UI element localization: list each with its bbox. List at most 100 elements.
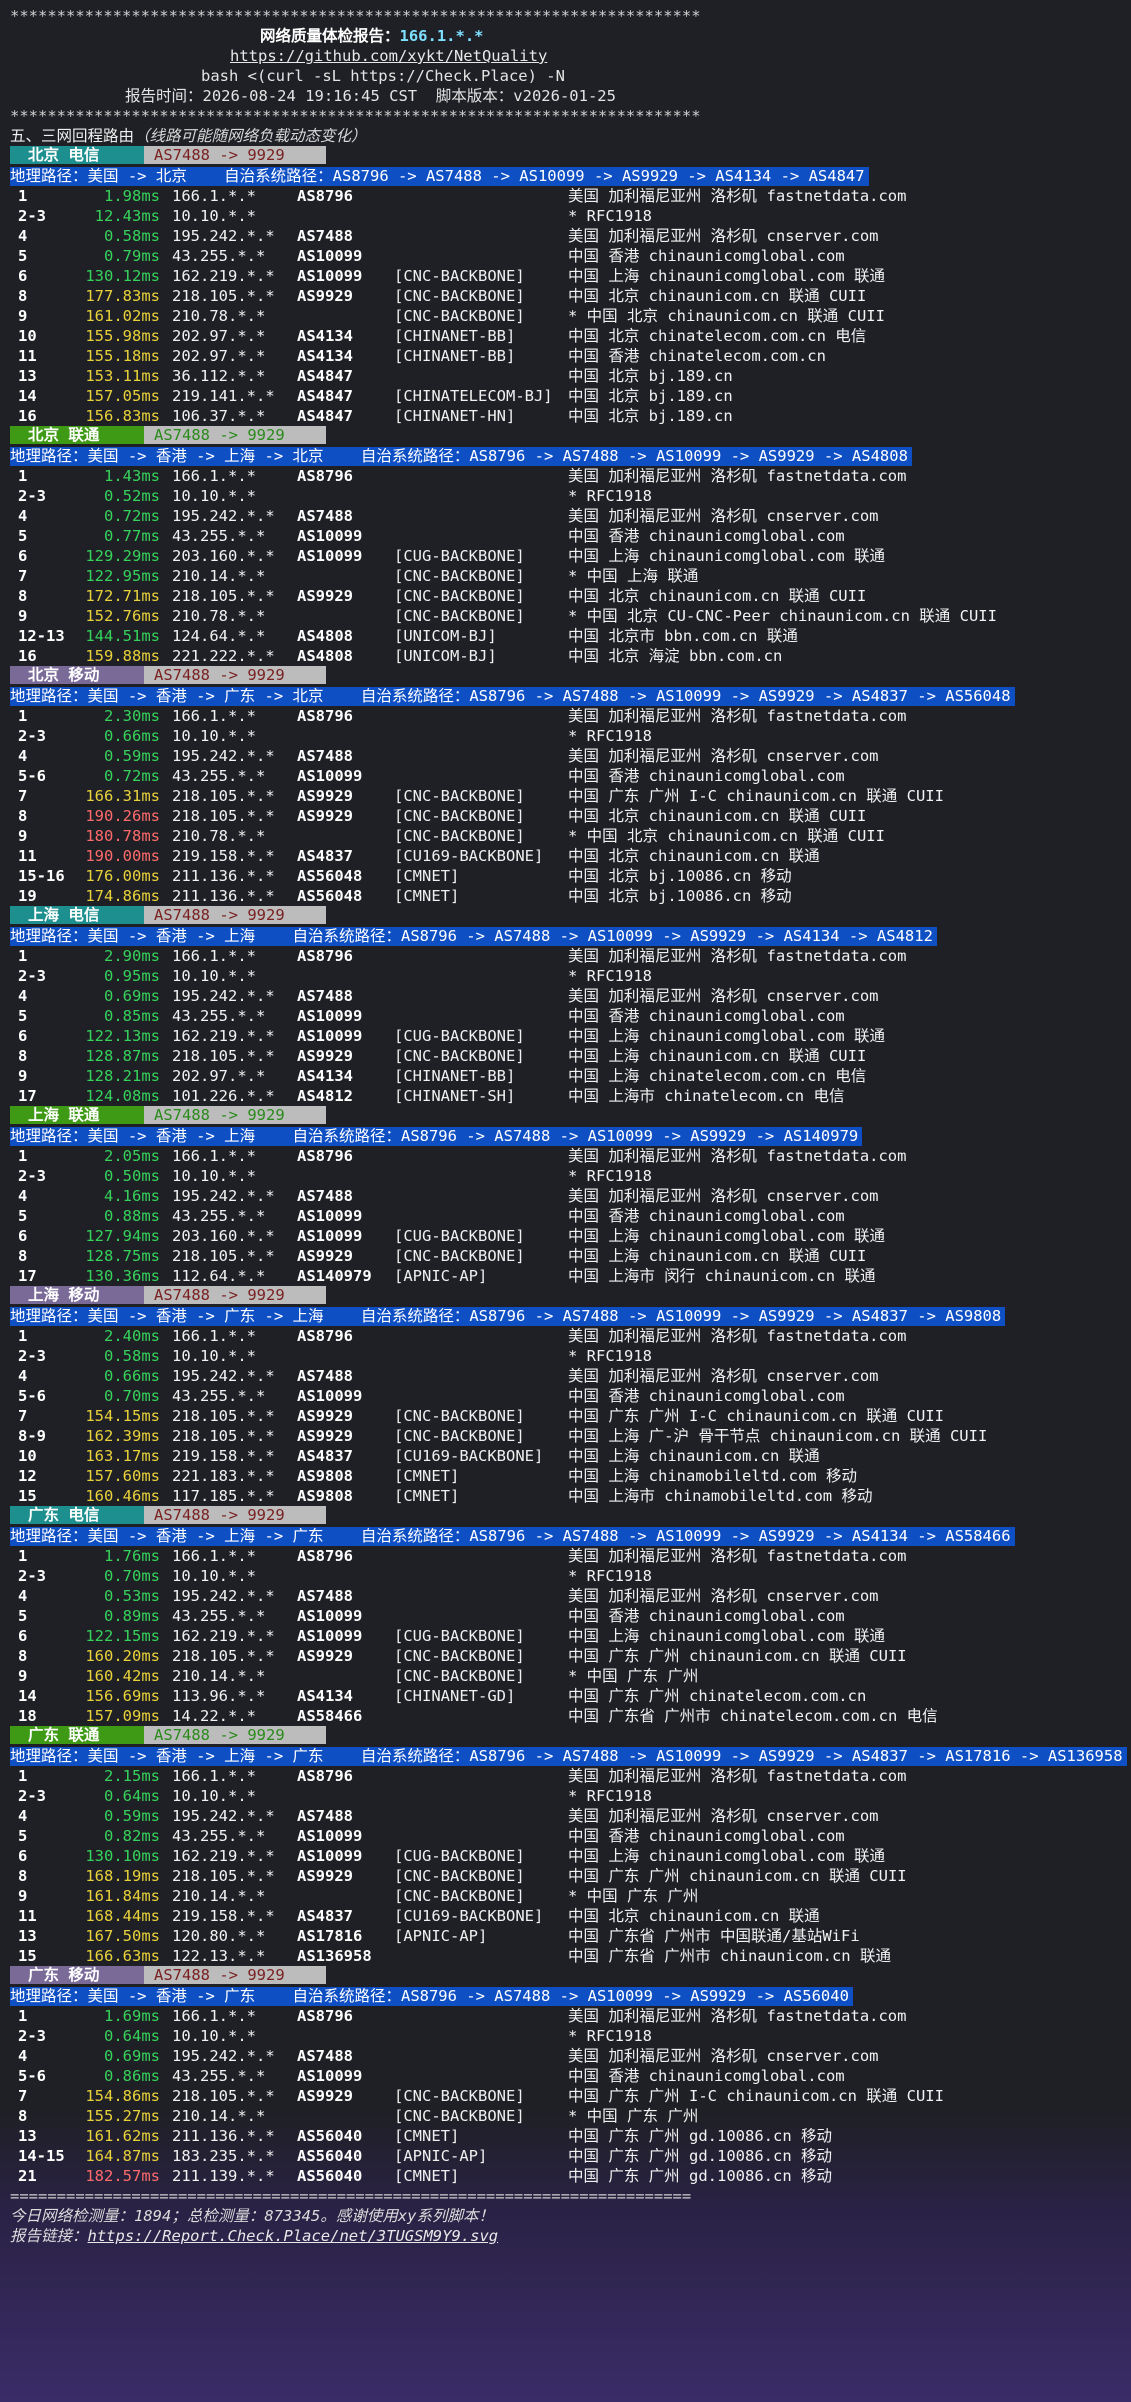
hop-network-tag: [APNIC-AP]	[394, 2147, 488, 2165]
as-path: 自治系统路径：AS8796 -> AS7488 -> AS10099 -> AS…	[292, 1987, 849, 2005]
hop-latency: 0.58ms	[104, 227, 160, 245]
hop-asn: AS56048	[297, 867, 363, 885]
hop-asn: AS4847	[297, 367, 353, 385]
hop-number: 9	[18, 307, 28, 325]
hop-asn: AS7488	[297, 2047, 353, 2065]
hop-latency: 0.95ms	[104, 967, 160, 985]
hop-network-tag: [CMNET]	[394, 2167, 460, 2185]
hop-ip: 195.242.*.*	[172, 1367, 275, 1385]
as-path: 自治系统路径：AS8796 -> AS7488 -> AS10099 -> AS…	[224, 167, 865, 185]
hop-number: 8	[18, 1247, 28, 1265]
hop-network-tag: [CNC-BACKBONE]	[394, 287, 525, 305]
hop-ip: 101.226.*.*	[172, 1087, 275, 1105]
route-path-bar: 地理路径：美国 -> 香港 -> 上海 自治系统路径：AS8796 -> AS7…	[10, 927, 937, 946]
hop-row: 8 172.71ms 218.105.*.* AS9929 [CNC-BACKBONE]…	[10, 586, 1128, 606]
hop-number: 17	[18, 1087, 37, 1105]
hop-latency: 161.84ms	[85, 1887, 160, 1905]
report-title-ip: 166.1.*.*	[399, 27, 484, 45]
hop-number: 8-9	[18, 1427, 46, 1445]
hop-location: 中国 香港 chinaunicomglobal.com	[568, 1607, 845, 1625]
terminal-output: ****************************************…	[10, 6, 1128, 2246]
hop-network-tag: [CNC-BACKBONE]	[394, 1667, 525, 1685]
hop-ip: 122.13.*.*	[172, 1947, 266, 1965]
hop-asn: AS8796	[297, 1147, 353, 1165]
hop-row: 2-3 0.64ms 10.10.*.* * RFC1918	[10, 2026, 1128, 2046]
hop-row: 9 161.02ms 210.78.*.* [CNC-BACKBONE] * 中国 北京…	[10, 306, 1128, 326]
hop-asn: AS10099	[297, 1847, 363, 1865]
hop-network-tag: [UNICOM-BJ]	[394, 647, 497, 665]
route-asn-range: AS7488 -> 9929	[144, 1506, 326, 1524]
hop-ip: 211.136.*.*	[172, 867, 275, 885]
hop-number: 4	[18, 507, 28, 525]
as-path: 自治系统路径：AS8796 -> AS7488 -> AS10099 -> AS…	[292, 1127, 859, 1145]
repo-link[interactable]: https://github.com/xykt/NetQuality	[230, 47, 547, 65]
hop-asn: AS9929	[297, 587, 353, 605]
hop-latency: 130.36ms	[85, 1267, 160, 1285]
hop-number: 2-3	[18, 1167, 46, 1185]
hop-network-tag: [CNC-BACKBONE]	[394, 1887, 525, 1905]
hop-row: 15 166.63ms 122.13.*.* AS136958 中国 广东省 广州市 c…	[10, 1946, 1128, 1966]
hop-latency: 176.00ms	[85, 867, 160, 885]
hop-location: 美国 加利福尼亚州 洛杉矶 fastnetdata.com	[568, 1327, 907, 1345]
hop-row: 10 163.17ms 219.158.*.* AS4837 [CU169-BACKBO…	[10, 1446, 1128, 1466]
hop-number: 1	[18, 1147, 28, 1165]
hop-row: 2-3 0.66ms 10.10.*.* * RFC1918	[10, 726, 1128, 746]
hop-number: 4	[18, 227, 28, 245]
hop-ip: 218.105.*.*	[172, 1427, 275, 1445]
hop-row: 14-15 164.87ms 183.235.*.* AS56040 [APNIC-AP…	[10, 2146, 1128, 2166]
hop-number: 2-3	[18, 2027, 46, 2045]
hop-ip: 218.105.*.*	[172, 807, 275, 825]
hop-location: 中国 北京 bj.189.cn	[568, 367, 733, 385]
report-link[interactable]: https://Report.Check.Place/net/3TUGSM9Y9…	[88, 2227, 499, 2245]
hop-row: 10 155.98ms 202.97.*.* AS4134 [CHINANET-BB] 中…	[10, 326, 1128, 346]
geo-path: 地理路径：美国 -> 香港 -> 上海	[10, 927, 256, 945]
hop-location: 中国 广东 广州 chinatelecom.com.cn	[568, 1687, 867, 1705]
geo-path: 地理路径：美国 -> 香港 -> 广东 -> 北京	[10, 687, 324, 705]
hop-network-tag: [CNC-BACKBONE]	[394, 307, 525, 325]
hop-row: 1 2.15ms 166.1.*.* AS8796 美国 加利福尼亚州 洛杉矶 fast…	[10, 1766, 1128, 1786]
hop-asn: AS8796	[297, 1767, 353, 1785]
route-path-row: 地理路径：美国 -> 香港 -> 广东 -> 上海 自治系统路径：AS8796 …	[10, 1306, 1128, 1326]
route-header: 北京 移动 AS7488 -> 9929	[10, 666, 1128, 686]
hop-ip: 36.112.*.*	[172, 367, 266, 385]
header-star-line-top: ****************************************…	[10, 7, 701, 25]
hop-location: 美国 加利福尼亚州 洛杉矶 fastnetdata.com	[568, 947, 907, 965]
hop-asn: AS10099	[297, 527, 363, 545]
hop-asn: AS10099	[297, 1227, 363, 1245]
hop-asn: AS8796	[297, 707, 353, 725]
route-header-badge: 北京 移动 AS7488 -> 9929	[10, 666, 326, 684]
hop-ip: 166.1.*.*	[172, 1767, 256, 1785]
hop-latency: 0.88ms	[104, 1207, 160, 1225]
hop-ip: 211.139.*.*	[172, 2167, 275, 2185]
hop-ip: 10.10.*.*	[172, 1167, 256, 1185]
hop-row: 5 0.77ms 43.255.*.* AS10099 中国 香港 chinaunico…	[10, 526, 1128, 546]
hop-location: 中国 北京 chinaunicom.cn 联通 CUII	[568, 587, 867, 605]
hop-ip: 219.158.*.*	[172, 1907, 275, 1925]
hop-ip: 202.97.*.*	[172, 1067, 266, 1085]
hop-location: 中国 香港 chinaunicomglobal.com	[568, 1207, 845, 1225]
hop-network-tag: [CHINANET-GD]	[394, 1687, 516, 1705]
hop-ip: 43.255.*.*	[172, 1387, 266, 1405]
hop-asn: AS10099	[297, 1827, 363, 1845]
route-block: 北京 联通 AS7488 -> 9929 地理路径：美国 -> 香港 -> 上海 -…	[10, 426, 1128, 666]
hop-location: 美国 加利福尼亚州 洛杉矶 fastnetdata.com	[568, 2007, 907, 2025]
hop-latency: 122.15ms	[85, 1627, 160, 1645]
hop-latency: 129.29ms	[85, 547, 160, 565]
geo-path: 地理路径：美国 -> 香港 -> 广东	[10, 1987, 256, 2005]
hop-location: * RFC1918	[568, 1347, 652, 1365]
hop-asn: AS9929	[297, 1247, 353, 1265]
hop-location: 中国 香港 chinatelecom.com.cn	[568, 347, 826, 365]
hop-network-tag: [CUG-BACKBONE]	[394, 1627, 525, 1645]
hop-latency: 144.51ms	[85, 627, 160, 645]
hop-latency: 157.60ms	[85, 1467, 160, 1485]
hop-location: 中国 广东 广州 gd.10086.cn 移动	[568, 2147, 832, 2165]
hop-number: 2-3	[18, 967, 46, 985]
hop-location: 中国 香港 chinaunicomglobal.com	[568, 2067, 845, 2085]
hop-latency: 159.88ms	[85, 647, 160, 665]
hop-number: 4	[18, 1367, 28, 1385]
hop-network-tag: [CMNET]	[394, 1487, 460, 1505]
hop-latency: 155.27ms	[85, 2107, 160, 2125]
hop-row: 5-6 0.72ms 43.255.*.* AS10099 中国 香港 chinauni…	[10, 766, 1128, 786]
hop-number: 5-6	[18, 2067, 46, 2085]
route-header-badge: 上海 联通 AS7488 -> 9929	[10, 1106, 326, 1124]
